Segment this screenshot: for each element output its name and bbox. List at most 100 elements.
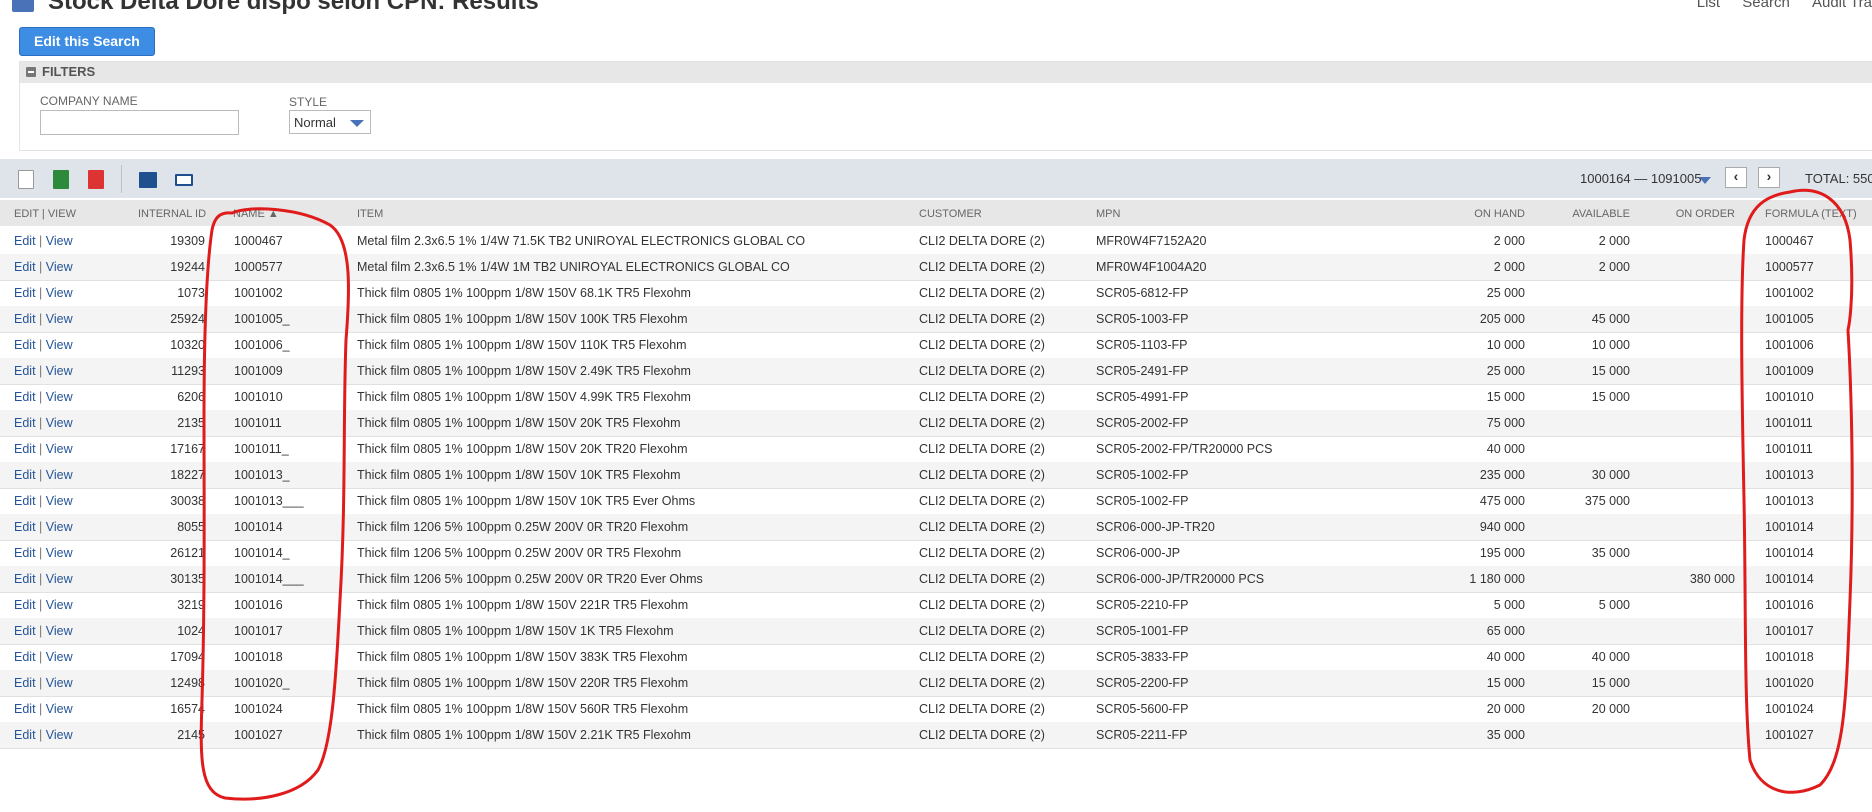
export-pdf-icon[interactable]: [88, 170, 104, 189]
edit-link[interactable]: Edit: [14, 416, 36, 430]
cell-internal-id: 8055: [177, 520, 205, 534]
edit-link[interactable]: Edit: [14, 364, 36, 378]
view-link[interactable]: View: [46, 364, 73, 378]
table-row: Edit | View 26121 1001014_ Thick film 1206 …: [0, 540, 1872, 567]
column-on-hand[interactable]: ON HAND: [1474, 208, 1525, 220]
cell-item: Thick film 0805 1% 100ppm 1/8W 150V 220R…: [357, 676, 689, 690]
cell-on-hand: 20 000: [1486, 702, 1525, 716]
cell-internal-id: 19309: [170, 234, 205, 248]
list-link[interactable]: List: [1697, 0, 1720, 11]
edit-link[interactable]: Edit: [14, 312, 36, 326]
link-separator: |: [35, 598, 46, 612]
view-link[interactable]: View: [46, 260, 73, 274]
cell-name: 1001014___: [234, 572, 304, 586]
style-select[interactable]: Normal: [289, 110, 371, 134]
view-link[interactable]: View: [46, 416, 73, 430]
column-customer[interactable]: CUSTOMER: [919, 208, 982, 220]
cell-customer: CLI2 DELTA DORE (2): [919, 728, 1045, 742]
search-link[interactable]: Search: [1742, 0, 1790, 11]
edit-link[interactable]: Edit: [14, 286, 36, 300]
view-link[interactable]: View: [46, 312, 73, 326]
email-icon[interactable]: [175, 174, 193, 186]
column-internal-id[interactable]: INTERNAL ID: [138, 208, 206, 220]
view-link[interactable]: View: [46, 286, 73, 300]
view-link[interactable]: View: [46, 624, 73, 638]
table-row: Edit | View 6206 1001010 Thick film 0805 1%…: [0, 384, 1872, 411]
link-separator: |: [35, 312, 46, 326]
edit-link[interactable]: Edit: [14, 546, 36, 560]
view-link[interactable]: View: [46, 546, 73, 560]
row-actions: Edit | View: [14, 676, 73, 690]
cell-name: 1001024: [234, 702, 283, 716]
cell-name: 1001016: [234, 598, 283, 612]
view-link[interactable]: View: [46, 702, 73, 716]
view-link[interactable]: View: [46, 468, 73, 482]
print-icon[interactable]: [139, 172, 157, 188]
column-name[interactable]: NAME ▲: [233, 208, 279, 220]
edit-link[interactable]: Edit: [14, 390, 36, 404]
cell-customer: CLI2 DELTA DORE (2): [919, 702, 1045, 716]
view-link[interactable]: View: [46, 520, 73, 534]
row-actions: Edit | View: [14, 520, 73, 534]
previous-page-button[interactable]: ‹: [1725, 167, 1747, 188]
table-row: Edit | View 12498 1001020_ Thick film 0805 …: [0, 670, 1872, 697]
cell-formula: 1001009: [1765, 364, 1814, 378]
view-link[interactable]: View: [46, 650, 73, 664]
column-formula[interactable]: FORMULA (TEXT): [1765, 208, 1857, 220]
link-separator: |: [35, 702, 46, 716]
view-link[interactable]: View: [46, 572, 73, 586]
edit-link[interactable]: Edit: [14, 572, 36, 586]
filters-header[interactable]: [20, 62, 1872, 83]
edit-link[interactable]: Edit: [14, 260, 36, 274]
next-page-button[interactable]: ›: [1758, 167, 1780, 188]
cell-customer: CLI2 DELTA DORE (2): [919, 390, 1045, 404]
cell-item: Thick film 0805 1% 100ppm 1/8W 150V 383K…: [357, 650, 688, 664]
view-link[interactable]: View: [46, 442, 73, 456]
chevron-down-icon[interactable]: [1699, 177, 1711, 184]
column-item[interactable]: ITEM: [357, 208, 383, 220]
column-mpn[interactable]: MPN: [1096, 208, 1120, 220]
cell-on-hand: 475 000: [1479, 494, 1525, 508]
view-link[interactable]: View: [46, 598, 73, 612]
edit-link[interactable]: Edit: [14, 650, 36, 664]
view-link[interactable]: View: [46, 494, 73, 508]
export-csv-icon[interactable]: [18, 170, 34, 189]
edit-link[interactable]: Edit: [14, 442, 36, 456]
cell-name: 1001009: [234, 364, 283, 378]
collapse-icon[interactable]: [26, 67, 36, 77]
view-link[interactable]: View: [46, 338, 73, 352]
page-range-select[interactable]: 1000164 — 1091005: [1580, 171, 1701, 186]
audit-trail-link[interactable]: Audit Tra: [1812, 0, 1872, 11]
company-name-input[interactable]: [40, 110, 239, 135]
edit-link[interactable]: Edit: [14, 234, 36, 248]
cell-available: 15 000: [1591, 390, 1630, 404]
edit-link[interactable]: Edit: [14, 468, 36, 482]
edit-link[interactable]: Edit: [14, 624, 36, 638]
edit-link[interactable]: Edit: [14, 338, 36, 352]
view-link[interactable]: View: [46, 390, 73, 404]
cell-on-hand: 2 000: [1493, 234, 1525, 248]
edit-link[interactable]: Edit: [14, 676, 36, 690]
row-actions: Edit | View: [14, 468, 73, 482]
export-excel-icon[interactable]: [53, 170, 69, 189]
view-link[interactable]: View: [46, 676, 73, 690]
cell-internal-id: 16574: [170, 702, 205, 716]
cell-item: Thick film 0805 1% 100ppm 1/8W 150V 10K …: [357, 494, 696, 508]
page-title: Stock Delta Dore dispo selon CPN: Result…: [48, 0, 539, 15]
row-actions: Edit | View: [14, 364, 73, 378]
edit-link[interactable]: Edit: [14, 702, 36, 716]
edit-link[interactable]: Edit: [14, 520, 36, 534]
edit-link[interactable]: Edit: [14, 598, 36, 612]
view-link[interactable]: View: [46, 234, 73, 248]
edit-link[interactable]: Edit: [14, 494, 36, 508]
view-link[interactable]: View: [46, 728, 73, 742]
total-count: TOTAL: 550: [1805, 171, 1872, 186]
filters-label: FILTERS: [42, 64, 96, 79]
edit-search-button[interactable]: Edit this Search: [19, 27, 155, 56]
edit-link[interactable]: Edit: [14, 728, 36, 742]
cell-formula: 1001027: [1765, 728, 1814, 742]
column-available[interactable]: AVAILABLE: [1572, 208, 1630, 220]
cell-on-hand: 940 000: [1479, 520, 1525, 534]
cell-item: Thick film 0805 1% 100ppm 1/8W 150V 2.21…: [357, 728, 691, 742]
column-on-order[interactable]: ON ORDER: [1676, 208, 1735, 220]
